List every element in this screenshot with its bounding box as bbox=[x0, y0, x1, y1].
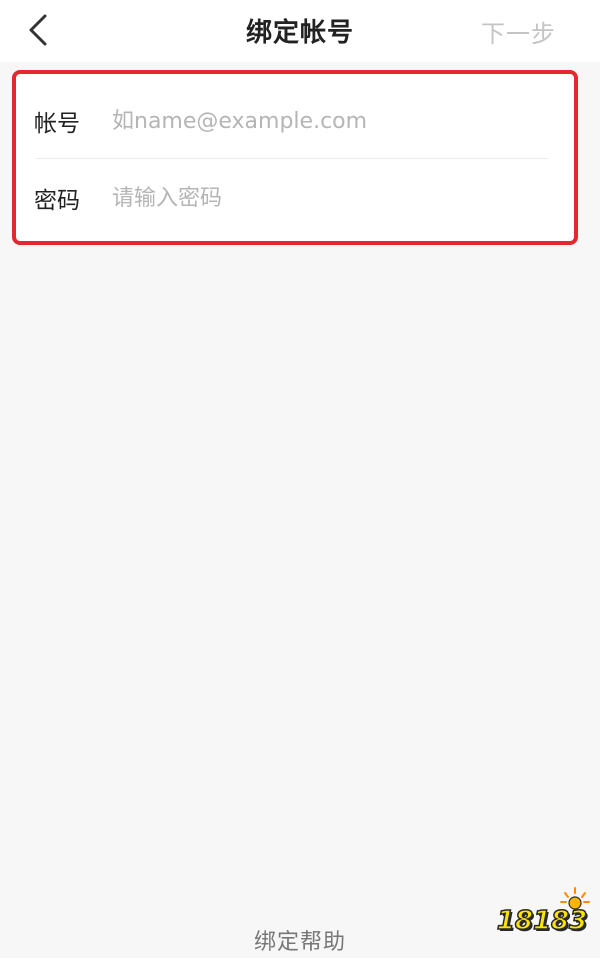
next-step-button[interactable]: 下一步 bbox=[481, 14, 556, 49]
password-row: 密码 bbox=[16, 160, 574, 236]
nav-bar: 绑定帐号 下一步 bbox=[0, 0, 600, 62]
account-label: 帐号 bbox=[34, 111, 80, 137]
watermark-logo: 18183 bbox=[494, 886, 594, 946]
password-label: 密码 bbox=[34, 188, 80, 214]
account-row: 帐号 bbox=[16, 83, 574, 159]
bind-account-screen: 绑定帐号 下一步 帐号 密码 绑定帮助 18183 bbox=[0, 0, 600, 958]
login-form-card: 帐号 密码 bbox=[12, 70, 578, 245]
password-input[interactable] bbox=[112, 185, 532, 211]
account-input[interactable] bbox=[112, 108, 532, 134]
watermark-text: 18183 bbox=[496, 905, 588, 937]
row-divider bbox=[36, 158, 548, 159]
